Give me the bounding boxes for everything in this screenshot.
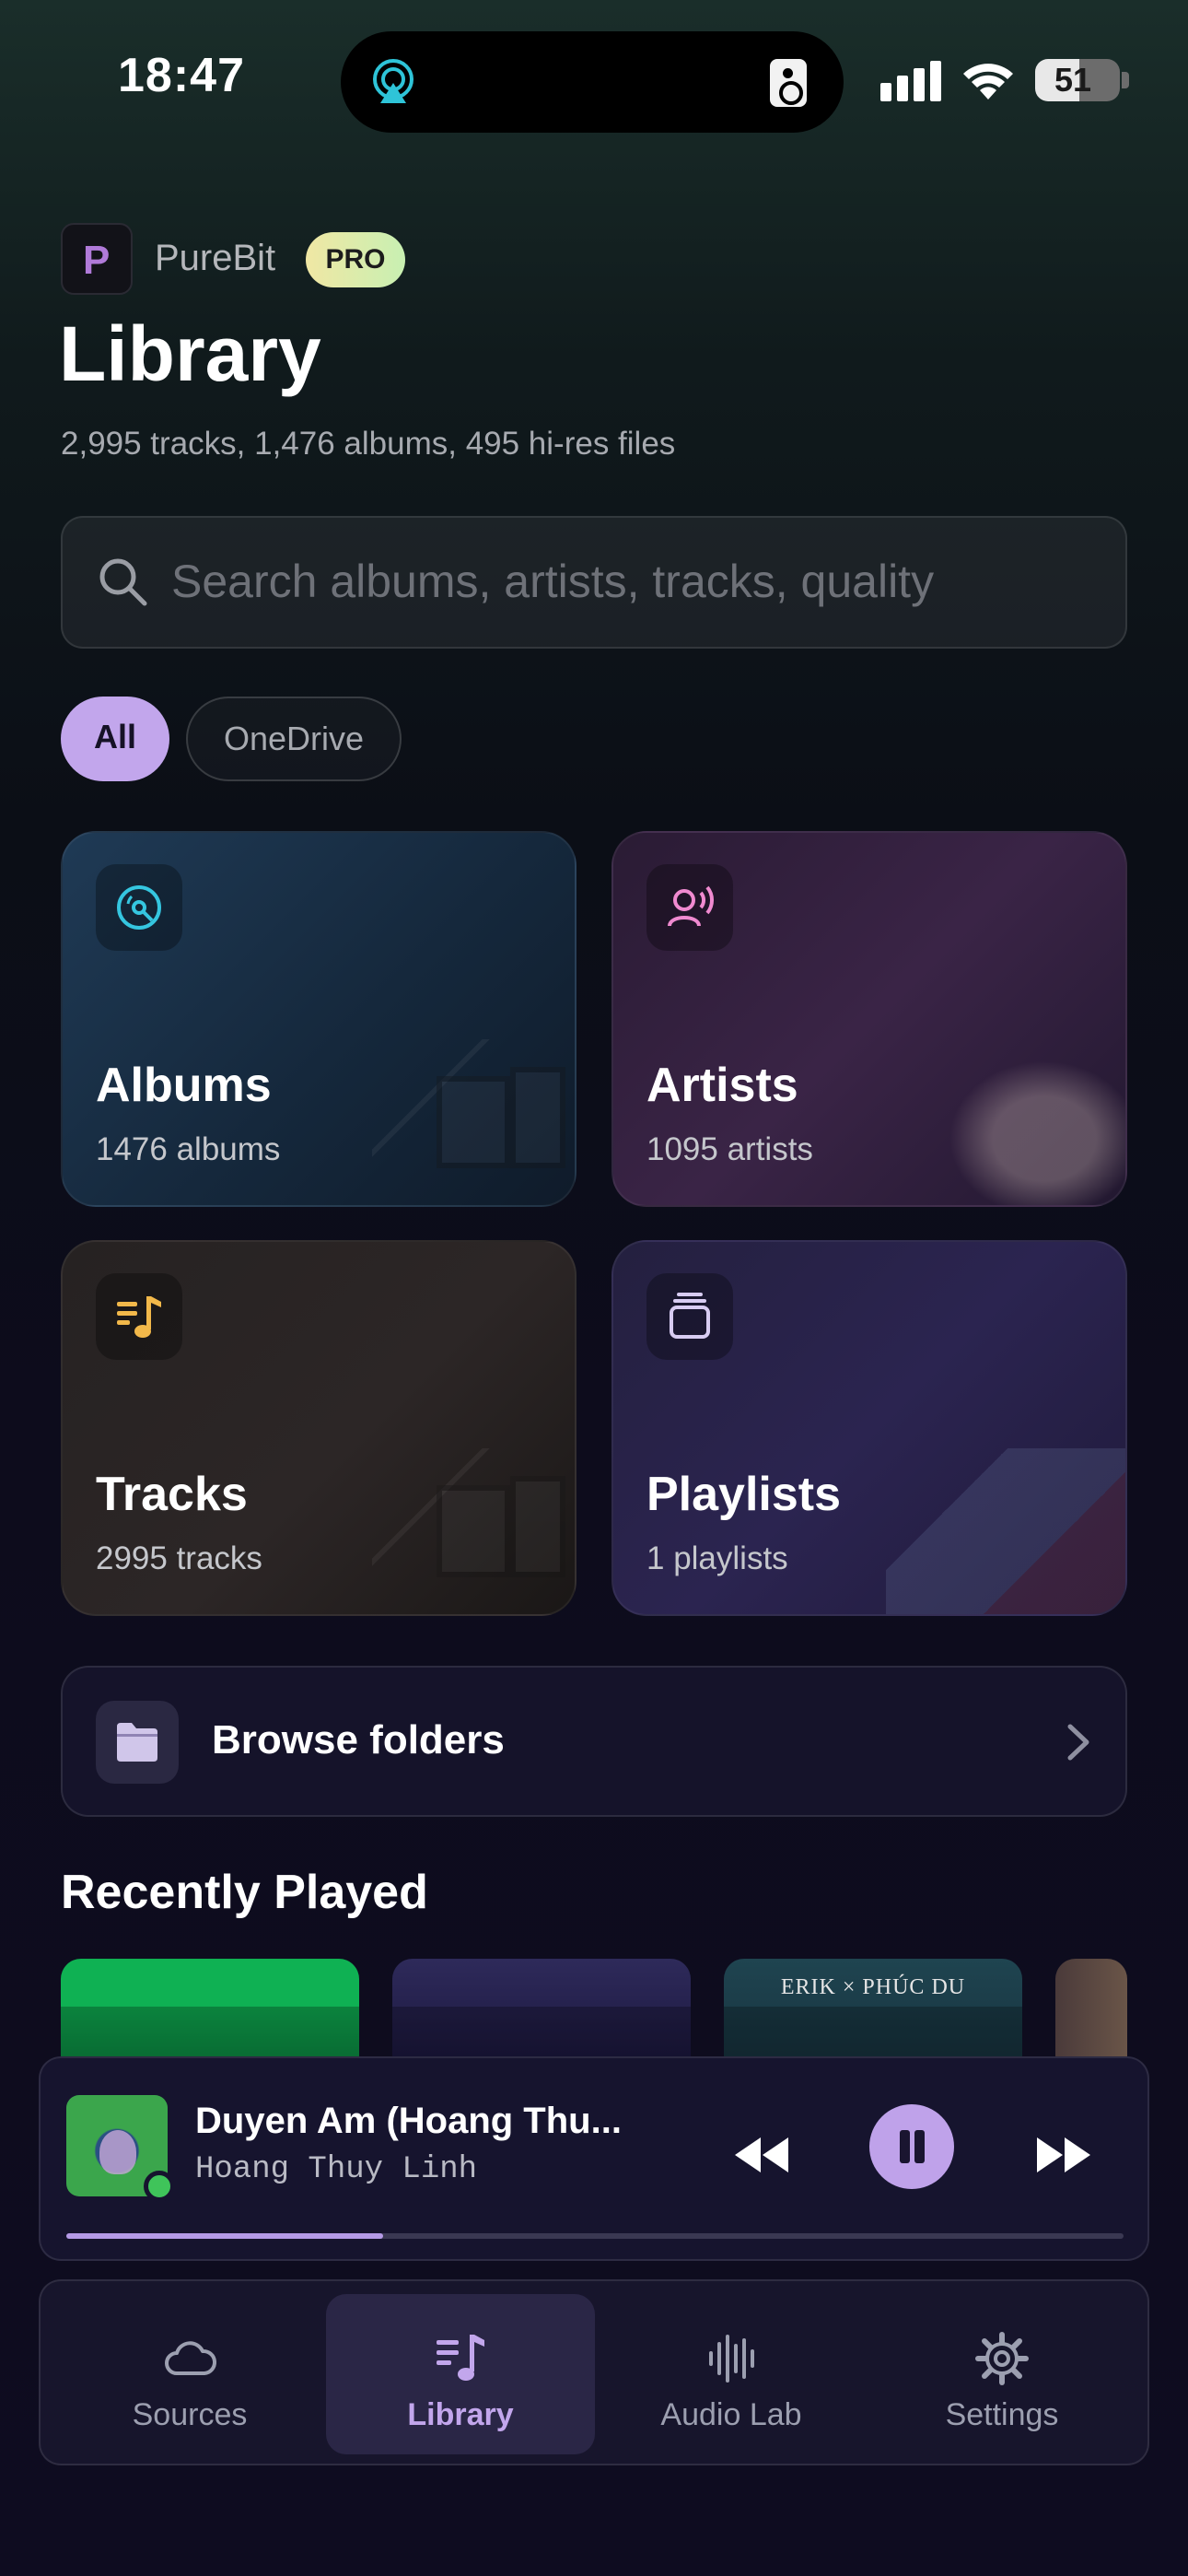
recent-album-1[interactable] <box>61 1959 359 2060</box>
tab-library-label: Library <box>407 2397 514 2432</box>
music-library-icon <box>437 2335 484 2381</box>
tracks-card[interactable]: Tracks 2995 tracks <box>61 1240 577 1616</box>
playback-progress-fill <box>66 2233 384 2239</box>
chevron-right-icon <box>1067 1724 1089 1761</box>
recent-album-3[interactable]: ERIK × PHÚC DU <box>724 1959 1022 2060</box>
recently-played-title: Recently Played <box>61 1866 428 1919</box>
tab-sources[interactable]: Sources <box>55 2294 324 2454</box>
rewind-icon[interactable] <box>733 2136 790 2174</box>
playlists-card-count: 1 playlists <box>646 1540 788 1576</box>
browse-folders-button[interactable]: Browse folders <box>61 1666 1127 1817</box>
albums-icon-box <box>96 864 182 951</box>
now-playing-artist: Hoang Thuy Linh <box>195 2152 478 2187</box>
tab-bar: Sources Library Audio Lab Settings <box>39 2279 1149 2465</box>
search-icon <box>99 558 147 606</box>
app-logo: P <box>61 223 133 295</box>
playlists-icon-box <box>646 1273 733 1360</box>
tab-audio-lab-label: Audio Lab <box>660 2397 802 2432</box>
vinyl-icon <box>117 885 161 930</box>
now-playing-bar[interactable]: Duyen Am (Hoang Thu... Hoang Thuy Linh <box>39 2056 1149 2261</box>
playlists-card-artwork <box>886 1448 1125 1614</box>
recent-album-2-shade <box>392 2007 691 2060</box>
pause-button[interactable] <box>869 2104 954 2189</box>
artists-icon-box <box>646 864 733 951</box>
fast-forward-icon[interactable] <box>1035 2136 1092 2174</box>
albums-card-count: 1476 albums <box>96 1131 281 1167</box>
artists-card-title: Artists <box>646 1059 798 1112</box>
stack-icon <box>670 1293 710 1339</box>
filter-chip-onedrive[interactable]: OneDrive <box>186 697 402 781</box>
artists-card-artwork <box>923 1039 1125 1205</box>
artists-card[interactable]: Artists 1095 artists <box>611 831 1127 1207</box>
tab-audio-lab[interactable]: Audio Lab <box>597 2294 866 2454</box>
recent-album-3-shade <box>724 2007 1022 2060</box>
filter-chip-all[interactable]: All <box>61 697 169 781</box>
playing-status-dot <box>144 2171 175 2202</box>
cellular-signal-icon <box>880 61 941 101</box>
cloud-icon <box>165 2341 216 2375</box>
airplay-icon <box>373 59 413 103</box>
library-summary: 2,995 tracks, 1,476 albums, 495 hi-res f… <box>61 426 676 462</box>
gear-icon <box>975 2332 1029 2385</box>
albums-card-artwork <box>372 1039 575 1205</box>
battery-cap <box>1122 72 1129 88</box>
recent-album-3-art-text: ERIK × PHÚC DU <box>780 1975 966 1999</box>
tab-sources-label: Sources <box>132 2397 248 2432</box>
folder-icon-box <box>96 1701 179 1784</box>
page-title: Library <box>59 310 321 397</box>
app-name: PureBit <box>155 238 276 278</box>
tab-settings[interactable]: Settings <box>868 2294 1136 2454</box>
tracks-card-artwork <box>372 1448 575 1614</box>
now-playing-title: Duyen Am (Hoang Thu... <box>195 2101 622 2141</box>
speaker-icon <box>770 59 807 107</box>
waveform-icon <box>709 2335 754 2383</box>
wifi-icon <box>963 64 1013 100</box>
tracks-card-title: Tracks <box>96 1468 248 1521</box>
status-time: 18:47 <box>118 49 245 102</box>
playlists-card-title: Playlists <box>646 1468 842 1521</box>
recent-album-1-shade <box>61 2007 359 2060</box>
playlists-card[interactable]: Playlists 1 playlists <box>611 1240 1127 1616</box>
playback-progress[interactable] <box>66 2233 1124 2239</box>
music-note-list-icon <box>117 1296 161 1338</box>
app-logo-letter: P <box>83 238 111 283</box>
tab-settings-label: Settings <box>945 2397 1059 2432</box>
recent-album-4[interactable] <box>1055 1959 1127 2060</box>
browse-folders-label: Browse folders <box>212 1717 505 1762</box>
battery-level: 51 <box>1054 61 1092 99</box>
albums-card-title: Albums <box>96 1059 272 1112</box>
artist-voice-icon <box>668 885 715 927</box>
tab-library[interactable]: Library <box>326 2294 595 2454</box>
tracks-card-count: 2995 tracks <box>96 1540 262 1576</box>
battery-icon: 51 <box>1035 59 1120 101</box>
tracks-icon-box <box>96 1273 182 1360</box>
recent-album-2[interactable] <box>392 1959 691 2060</box>
folder-icon <box>117 1723 157 1762</box>
pro-badge[interactable]: PRO <box>306 232 405 287</box>
albums-card[interactable]: Albums 1476 albums <box>61 831 577 1207</box>
artists-card-count: 1095 artists <box>646 1131 813 1167</box>
search-input[interactable] <box>171 549 1092 614</box>
